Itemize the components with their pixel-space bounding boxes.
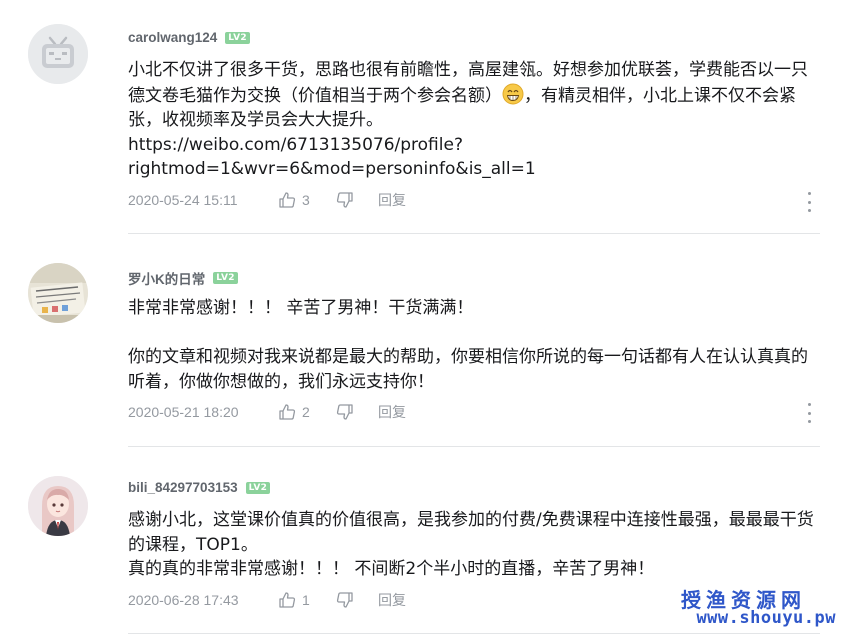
level-badge: LV2 xyxy=(245,481,271,494)
thumbs-up-icon xyxy=(279,192,296,208)
more-options-icon[interactable] xyxy=(804,192,814,212)
watermark-url: www.shouyu.pw xyxy=(696,608,836,628)
like-count: 3 xyxy=(302,192,310,208)
dislike-button[interactable] xyxy=(336,403,378,421)
divider xyxy=(128,233,820,234)
avatar[interactable] xyxy=(28,476,88,536)
comment-time: 2020-05-21 18:20 xyxy=(128,404,239,420)
avatar[interactable] xyxy=(28,24,88,84)
username[interactable]: bili_84297703153 xyxy=(128,480,238,495)
like-count: 2 xyxy=(302,404,310,420)
more-options-icon[interactable] xyxy=(804,403,814,423)
reply-button[interactable]: 回复 xyxy=(378,190,406,210)
thumbs-down-icon xyxy=(336,592,353,608)
dislike-button[interactable] xyxy=(336,191,378,209)
dislike-button[interactable] xyxy=(336,591,378,609)
reply-button[interactable]: 回复 xyxy=(378,590,406,610)
username[interactable]: 罗小K的日常 xyxy=(128,268,205,288)
like-button[interactable]: 2 xyxy=(278,403,336,421)
anime-girl-avatar-icon xyxy=(28,476,88,536)
username[interactable]: carolwang124 xyxy=(128,30,217,45)
grinning-emoji-icon xyxy=(502,83,524,104)
thumbs-up-icon xyxy=(279,592,296,608)
comment-time: 2020-06-28 17:43 xyxy=(128,592,239,608)
avatar[interactable] xyxy=(28,263,88,323)
like-count: 1 xyxy=(302,592,310,608)
comment-text: 非常非常感谢！！！ 辛苦了男神！干货满满！ 你的文章和视频对我来说都是最大的帮助… xyxy=(128,298,808,392)
comment-time: 2020-05-24 15:11 xyxy=(128,192,238,208)
level-badge: LV2 xyxy=(213,272,238,284)
thumbs-up-icon xyxy=(279,404,296,420)
notebook-photo-avatar-icon xyxy=(28,263,88,323)
tv-mascot-avatar-icon xyxy=(28,24,88,84)
thumbs-down-icon xyxy=(336,404,353,420)
comment-text: 感谢小北，这堂课价值真的价值很高，是我参加的付费/免费课程中连接性最强，最最最干… xyxy=(128,510,814,579)
like-button[interactable]: 1 xyxy=(278,591,336,609)
reply-button[interactable]: 回复 xyxy=(378,402,406,422)
watermark: 授渔资源网 www.shouyu.pw xyxy=(660,578,844,635)
comment-text: 小北不仅讲了很多干货，思路也很有前瞻性，高屋建瓴。好想参加优联荟，学费能否以一只… xyxy=(128,58,823,182)
level-badge: LV2 xyxy=(225,31,250,44)
thumbs-down-icon xyxy=(336,192,353,208)
divider xyxy=(128,446,820,447)
like-button[interactable]: 3 xyxy=(278,191,336,209)
